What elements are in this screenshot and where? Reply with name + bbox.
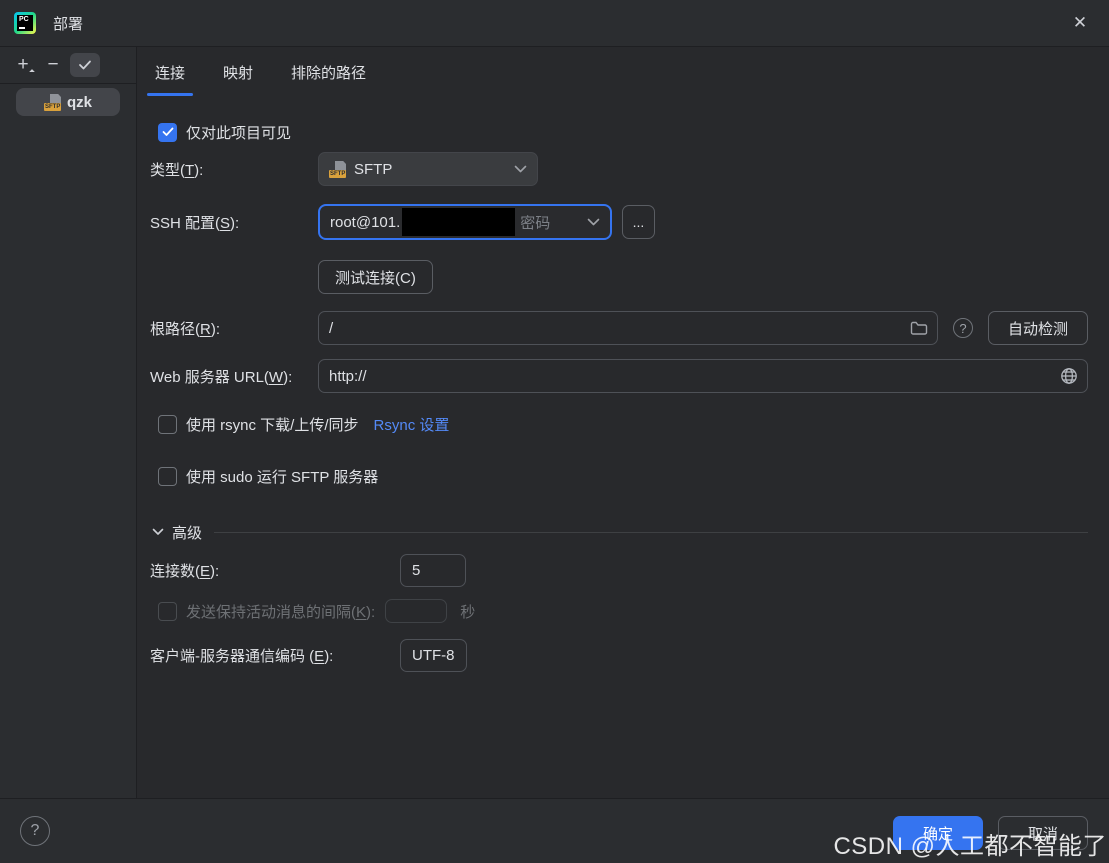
sftp-icon: SFTP bbox=[329, 161, 346, 178]
ssh-config-value: root@101. bbox=[330, 214, 400, 231]
ssh-config-label: SSH 配置(S): bbox=[150, 212, 318, 233]
close-icon[interactable]: ✕ bbox=[1065, 8, 1095, 38]
visible-only-checkbox[interactable] bbox=[158, 123, 177, 142]
server-item-label: qzk bbox=[67, 94, 92, 111]
dialog-footer: ? 确定 取消 bbox=[0, 798, 1109, 863]
add-dropdown-arrow-icon bbox=[29, 69, 35, 75]
chevron-down-icon bbox=[587, 218, 600, 226]
sftp-icon: SFTP bbox=[44, 94, 61, 111]
web-url-label: Web 服务器 URL(W): bbox=[150, 366, 318, 387]
chevron-down-icon bbox=[514, 165, 527, 173]
ok-button[interactable]: 确定 bbox=[893, 816, 983, 850]
check-icon bbox=[162, 127, 174, 137]
autodetect-button[interactable]: 自动检测 bbox=[988, 311, 1088, 345]
type-dropdown[interactable]: SFTP SFTP bbox=[318, 152, 538, 186]
root-path-input[interactable] bbox=[319, 320, 910, 337]
connections-input[interactable] bbox=[400, 554, 466, 587]
rsync-label: 使用 rsync 下载/上传/同步 bbox=[186, 414, 359, 435]
visible-only-label: 仅对此项目可见 bbox=[186, 122, 291, 143]
server-item-qzk[interactable]: SFTP qzk bbox=[16, 88, 120, 116]
active-tab-indicator bbox=[147, 93, 193, 96]
connections-label: 连接数(E): bbox=[150, 560, 400, 581]
tab-connection[interactable]: 连接 bbox=[153, 47, 187, 97]
remove-server-button[interactable]: − bbox=[40, 53, 66, 77]
ssh-password-hint: 密码 bbox=[520, 212, 550, 233]
deployment-dialog: PC 部署 ✕ + − SFTP bbox=[0, 0, 1109, 863]
encoding-label: 客户端-服务器通信编码 (E): bbox=[150, 645, 400, 666]
title-bar: PC 部署 ✕ bbox=[0, 0, 1109, 47]
web-url-input[interactable] bbox=[319, 368, 1060, 385]
root-path-label: 根路径(R): bbox=[150, 318, 318, 339]
redacted-host bbox=[402, 208, 515, 236]
advanced-section-label[interactable]: 高级 bbox=[172, 522, 202, 543]
tab-bar: 连接 映射 排除的路径 bbox=[137, 47, 1109, 97]
section-divider bbox=[214, 532, 1088, 533]
ssh-more-button[interactable]: ... bbox=[622, 205, 655, 239]
globe-icon bbox=[1060, 367, 1078, 385]
keepalive-label: 发送保持活动消息的间隔(K): bbox=[186, 601, 375, 622]
tab-excluded-paths[interactable]: 排除的路径 bbox=[289, 47, 368, 97]
help-icon[interactable]: ? bbox=[20, 816, 50, 846]
keepalive-input bbox=[385, 599, 447, 623]
rsync-checkbox[interactable] bbox=[158, 415, 177, 434]
rsync-settings-link[interactable]: Rsync 设置 bbox=[374, 414, 450, 435]
server-list-sidebar: + − SFTP qzk bbox=[0, 47, 137, 798]
sudo-label: 使用 sudo 运行 SFTP 服务器 bbox=[186, 466, 378, 487]
add-server-button[interactable]: + bbox=[10, 53, 36, 77]
ssh-config-dropdown[interactable]: root@101. 密码 bbox=[318, 204, 612, 240]
sudo-checkbox[interactable] bbox=[158, 467, 177, 486]
sidebar-toolbar: + − bbox=[0, 47, 136, 84]
keepalive-unit: 秒 bbox=[460, 601, 475, 622]
tab-mappings[interactable]: 映射 bbox=[221, 47, 255, 97]
pycharm-icon: PC bbox=[14, 12, 36, 34]
encoding-input[interactable] bbox=[400, 639, 467, 672]
check-icon bbox=[78, 59, 92, 71]
cancel-button[interactable]: 取消 bbox=[998, 816, 1088, 850]
dialog-title: 部署 bbox=[53, 13, 83, 34]
help-icon[interactable]: ? bbox=[953, 318, 973, 338]
test-connection-button[interactable]: 测试连接(C) bbox=[318, 260, 433, 294]
connection-panel: 连接 映射 排除的路径 仅对此项目可见 类型(T): bbox=[137, 47, 1109, 798]
chevron-down-icon[interactable] bbox=[152, 528, 164, 536]
root-path-field-wrap bbox=[318, 311, 938, 345]
type-value: SFTP bbox=[354, 161, 392, 178]
folder-icon[interactable] bbox=[910, 321, 928, 335]
type-label: 类型(T): bbox=[150, 159, 318, 180]
keepalive-checkbox[interactable] bbox=[158, 602, 177, 621]
web-url-field-wrap bbox=[318, 359, 1088, 393]
show-all-toggle-button[interactable] bbox=[70, 53, 100, 77]
